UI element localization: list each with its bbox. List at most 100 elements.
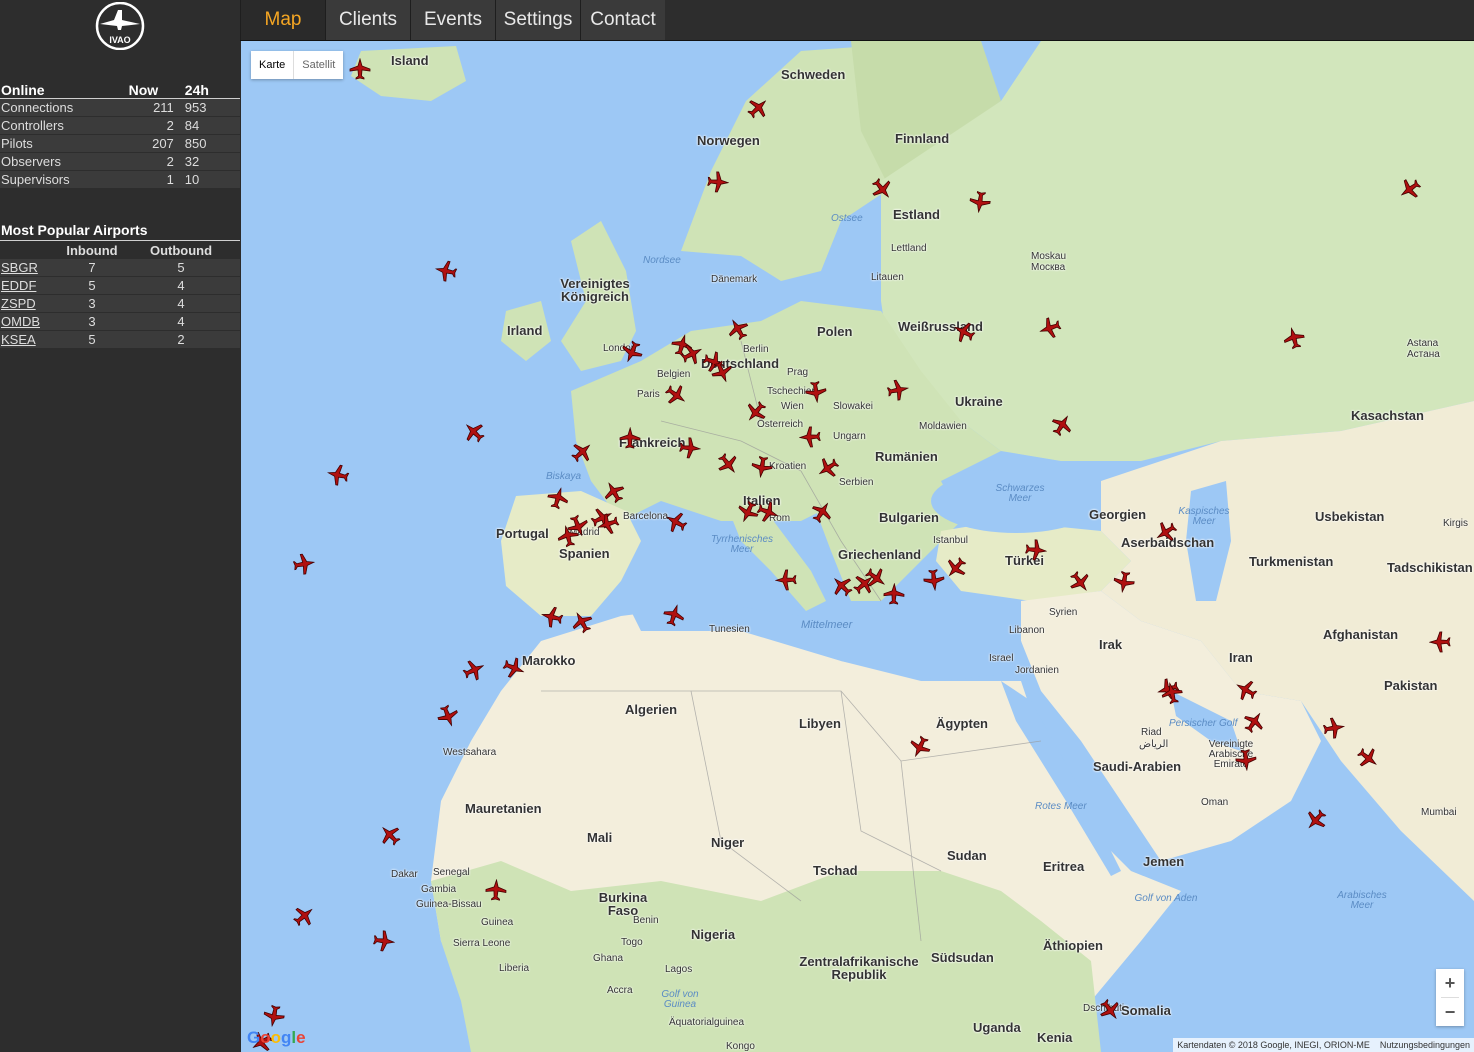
airport-code-header: [0, 241, 62, 260]
airport-code-link[interactable]: ZSPD: [1, 296, 36, 311]
stat-24h: 953: [183, 98, 240, 117]
airport-code-link[interactable]: SBGR: [1, 260, 38, 275]
city-label: Москва: [1031, 262, 1066, 273]
aircraft-icon[interactable]: [883, 582, 906, 606]
aircraft-icon[interactable]: [706, 170, 730, 193]
nav-events[interactable]: Events: [410, 0, 495, 40]
country-label: Kongo: [726, 1041, 755, 1052]
aircraft-icon[interactable]: [1111, 569, 1136, 594]
stats-row: Connections 211 953: [0, 98, 240, 117]
city-label: Paris: [637, 389, 660, 400]
country-label: Algerien: [625, 702, 678, 717]
aircraft-icon[interactable]: [749, 454, 774, 479]
country-label: Libyen: [799, 716, 841, 731]
aircraft-icon[interactable]: [798, 425, 821, 448]
city-label: Mumbai: [1421, 807, 1457, 818]
country-label: Pakistan: [1384, 678, 1438, 693]
aircraft-icon[interactable]: [774, 569, 798, 592]
nav-map[interactable]: Map: [240, 0, 325, 40]
zoom-out-button[interactable]: −: [1436, 998, 1464, 1026]
country-label: Zentralafrikanische Republik: [799, 954, 919, 982]
airport-row: SBGR 7 5: [0, 259, 240, 277]
country-label: Finnland: [895, 131, 950, 146]
aircraft-icon[interactable]: [1024, 538, 1048, 562]
airport-outbound: 4: [122, 294, 240, 313]
airport-outbound: 4: [122, 276, 240, 295]
country-label: Sudan: [947, 848, 987, 863]
city-label: Astana: [1407, 338, 1439, 349]
country-label: Dänemark: [711, 274, 758, 285]
airport-row: KSEA 5 2: [0, 330, 240, 349]
country-label: Burkina Faso: [598, 890, 648, 918]
airport-code-link[interactable]: KSEA: [1, 332, 36, 347]
aircraft-icon[interactable]: [1428, 631, 1451, 653]
popular-airports-title: Most Popular Airports: [1, 222, 148, 238]
country-label: Usbekistan: [1315, 509, 1385, 524]
country-label: Äthiopien: [1043, 938, 1103, 953]
aircraft-icon[interactable]: [484, 878, 507, 901]
aircraft-icon[interactable]: [433, 258, 459, 284]
city-label: Istanbul: [933, 535, 969, 546]
country-label: Tunesien: [709, 624, 750, 635]
nav-clients[interactable]: Clients: [325, 0, 410, 40]
aircraft-icon[interactable]: [349, 58, 371, 80]
sea-label: Mittelmeer: [801, 619, 853, 631]
aircraft-icon[interactable]: [1234, 748, 1258, 772]
nav-settings[interactable]: Settings: [495, 0, 580, 40]
stat-24h: 32: [183, 152, 240, 171]
map-attribution: Kartendaten © 2018 Google, INEGI, ORION-…: [1173, 1038, 1474, 1052]
country-label: Polen: [817, 324, 853, 339]
country-label: Kirgis: [1443, 518, 1469, 529]
aircraft-icon[interactable]: [261, 1003, 287, 1029]
country-label: Irak: [1099, 637, 1123, 652]
airport-code-link[interactable]: EDDF: [1, 278, 36, 293]
country-label: Georgien: [1089, 507, 1147, 522]
aircraft-icon[interactable]: [1321, 715, 1346, 740]
zoom-control: + −: [1436, 969, 1464, 1026]
country-label: Kroatien: [769, 461, 807, 472]
map-canvas[interactable]: Karte Satellit Island Schweden Norwegen Fin…: [241, 41, 1474, 1052]
country-label: Guinea: [481, 917, 514, 928]
map-type-karte-button[interactable]: Karte: [251, 51, 295, 79]
country-label: Estland: [893, 207, 940, 222]
country-label: Liberia: [499, 963, 530, 974]
country-label: Mauretanien: [465, 801, 542, 816]
country-label: Syrien: [1049, 607, 1078, 618]
country-label: Ungarn: [833, 431, 866, 442]
country-label: Israel: [989, 653, 1014, 664]
map-type-satellite-button[interactable]: Satellit: [294, 51, 343, 79]
stat-now: 1: [127, 170, 184, 189]
zoom-in-button[interactable]: +: [1436, 969, 1464, 997]
airport-inbound: 3: [62, 294, 122, 313]
aircraft-icon[interactable]: [678, 436, 702, 460]
country-label: Moldawien: [919, 421, 967, 432]
country-label: Kenia: [1037, 1030, 1073, 1045]
sea-label: Tyrrhenisches Meer: [710, 534, 774, 555]
sea-label: Arabisches Meer: [1337, 890, 1387, 911]
stat-now: 207: [127, 134, 184, 153]
country-label: Turkmenistan: [1249, 554, 1334, 569]
aircraft-icon[interactable]: [372, 929, 397, 954]
country-label: Senegal: [433, 867, 470, 878]
logo-text: IVAO: [109, 35, 130, 45]
country-label: Spanien: [559, 546, 610, 561]
terms-link[interactable]: Nutzungsbedingungen: [1380, 1040, 1470, 1050]
city-label: Riad: [1141, 727, 1162, 738]
online-stats-table: Online Now 24h Connections 211 953 Controll…: [0, 82, 240, 189]
aircraft-icon[interactable]: [291, 551, 316, 576]
google-logo[interactable]: Google: [247, 1028, 306, 1048]
country-label: Eritrea: [1043, 859, 1085, 874]
country-label: Niger: [711, 835, 745, 850]
country-label: Marokko: [522, 653, 576, 668]
airport-inbound: 5: [62, 276, 122, 295]
nav-contact[interactable]: Contact: [580, 0, 665, 40]
aircraft-icon[interactable]: [619, 426, 641, 449]
country-label: Kasachstan: [1351, 408, 1424, 423]
country-label: Westsahara: [443, 747, 497, 758]
airport-code-link[interactable]: OMDB: [1, 314, 40, 329]
aircraft-icon[interactable]: [968, 190, 993, 215]
stat-24h: 10: [183, 170, 240, 189]
aircraft-icon[interactable]: [804, 380, 829, 405]
aircraft-icon[interactable]: [885, 377, 911, 403]
ivao-logo[interactable]: IVAO: [94, 1, 146, 51]
